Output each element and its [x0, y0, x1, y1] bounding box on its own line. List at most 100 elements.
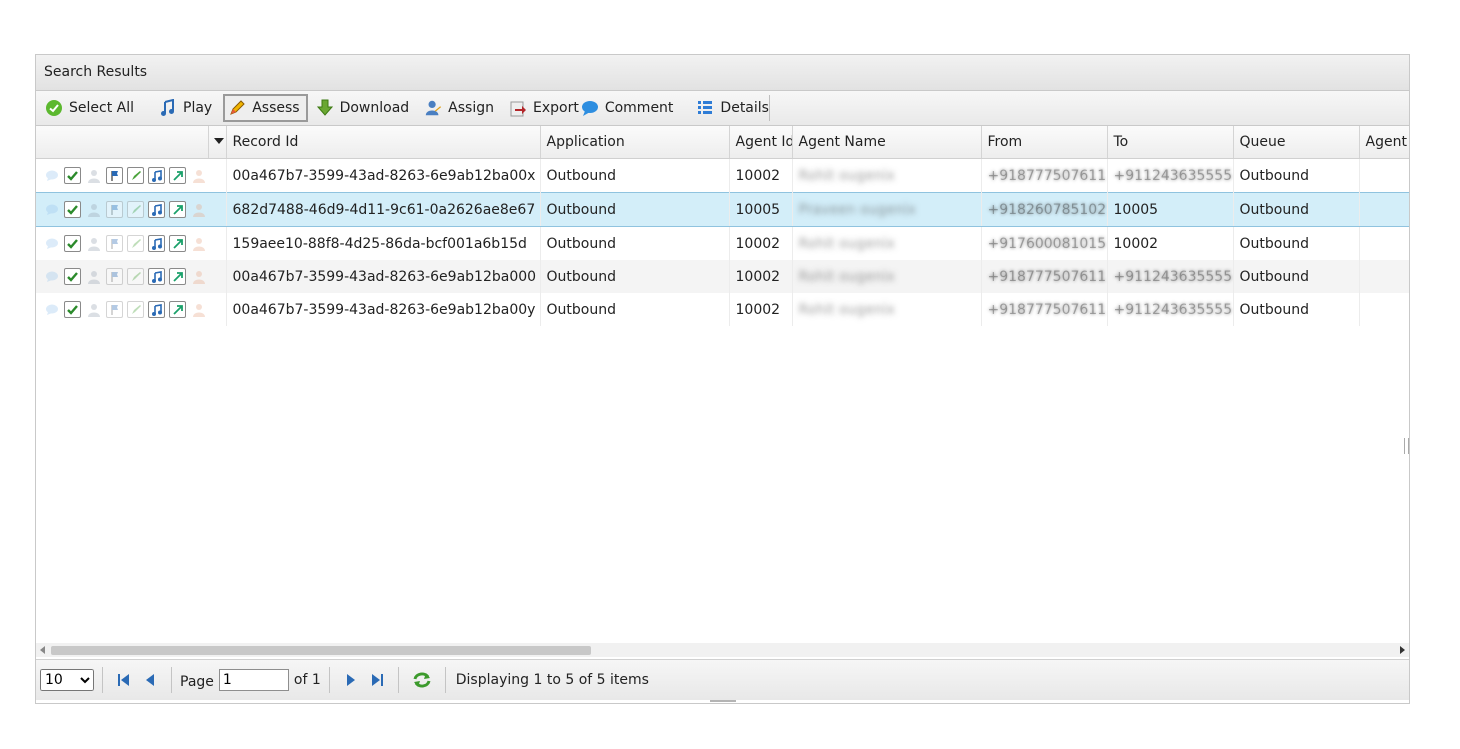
horizontal-scrollbar[interactable]: [36, 643, 1409, 657]
redacted-text: Rohit ougenix: [798, 167, 895, 184]
play-audio-icon[interactable]: [148, 167, 165, 184]
play-button[interactable]: Play: [155, 94, 219, 122]
user-icon[interactable]: [85, 301, 102, 318]
column-header-agent[interactable]: Agent: [1359, 126, 1409, 159]
cell-from: +918777507611: [981, 158, 1108, 193]
panel-resize-grip[interactable]: [710, 700, 736, 702]
page-size-select[interactable]: 10: [40, 669, 94, 691]
next-page-button[interactable]: [342, 671, 360, 689]
cell-to: 10002: [1107, 226, 1234, 260]
open-link-icon[interactable]: [169, 235, 186, 252]
cell-record-id: 00a467b7-3599-43ad-8263-6e9ab12ba00y: [226, 293, 541, 326]
user-icon[interactable]: [85, 167, 102, 184]
export-icon: [509, 99, 527, 117]
evaluate-icon[interactable]: [127, 167, 144, 184]
play-audio-icon[interactable]: [148, 201, 165, 218]
pager-separator: [328, 667, 330, 693]
pager-separator: [102, 667, 103, 693]
column-header-agent-name[interactable]: Agent Name: [792, 126, 982, 159]
select-all-button[interactable]: Select All: [41, 94, 141, 122]
assessed-check-icon[interactable]: [64, 301, 81, 318]
scroll-left-arrow[interactable]: [40, 646, 45, 654]
user-icon[interactable]: [85, 201, 102, 218]
column-header-to[interactable]: To: [1107, 126, 1234, 159]
cell-application: Outbound: [540, 192, 730, 227]
open-link-icon[interactable]: [169, 167, 186, 184]
table-row[interactable]: 159aee10-88f8-4d25-86da-bcf001a6b15d Outb…: [36, 226, 1409, 260]
agent-icon[interactable]: [190, 167, 207, 184]
evaluate-icon[interactable]: [127, 268, 144, 285]
evaluate-icon[interactable]: [127, 201, 144, 218]
scrollbar-thumb[interactable]: [51, 646, 591, 655]
pager-status-text: Displaying 1 to 5 of 5 items: [455, 672, 649, 688]
agent-icon[interactable]: [190, 301, 207, 318]
cell-application: Outbound: [540, 226, 730, 260]
comment-icon[interactable]: [43, 201, 60, 218]
redacted-text: +918777507611: [987, 167, 1107, 184]
cell-agent: [1359, 260, 1409, 293]
comment-icon[interactable]: [43, 235, 60, 252]
export-button[interactable]: Export: [505, 94, 580, 122]
actions-column-header[interactable]: [36, 126, 227, 159]
column-header-application[interactable]: Application: [540, 126, 730, 159]
open-link-icon[interactable]: [169, 268, 186, 285]
flag-icon[interactable]: [106, 235, 123, 252]
cell-agent-name: Rohit ougenix: [792, 260, 982, 293]
search-results-panel: Search Results Select All Play Assess Do…: [35, 54, 1410, 704]
table-row[interactable]: 00a467b7-3599-43ad-8263-6e9ab12ba000 Outb…: [36, 260, 1409, 293]
assessed-check-icon[interactable]: [64, 235, 81, 252]
assessed-check-icon[interactable]: [64, 167, 81, 184]
cell-record-id: 682d7488-46d9-4d11-9c61-0a2626ae8e67: [226, 192, 541, 227]
flag-icon[interactable]: [106, 301, 123, 318]
page-label: Page: [180, 674, 214, 690]
download-button[interactable]: Download: [312, 94, 417, 122]
redacted-text: +918777507611: [987, 301, 1107, 318]
assess-button[interactable]: Assess: [223, 94, 308, 122]
user-icon[interactable]: [85, 268, 102, 285]
play-audio-icon[interactable]: [148, 268, 165, 285]
last-page-button[interactable]: [368, 671, 386, 689]
details-button[interactable]: Details: [692, 94, 776, 122]
agent-icon[interactable]: [190, 201, 207, 218]
flag-icon[interactable]: [106, 201, 123, 218]
open-link-icon[interactable]: [169, 301, 186, 318]
scroll-right-arrow[interactable]: [1400, 646, 1405, 654]
play-audio-icon[interactable]: [148, 235, 165, 252]
first-page-button[interactable]: [115, 671, 133, 689]
column-header-from[interactable]: From: [981, 126, 1108, 159]
table-row[interactable]: 00a467b7-3599-43ad-8263-6e9ab12ba00x Outb…: [36, 158, 1409, 193]
play-audio-icon[interactable]: [148, 301, 165, 318]
previous-page-button[interactable]: [141, 671, 159, 689]
refresh-icon[interactable]: [411, 671, 433, 689]
page-number-input[interactable]: [218, 669, 289, 691]
open-link-icon[interactable]: [169, 201, 186, 218]
user-icon[interactable]: [85, 235, 102, 252]
table-row[interactable]: 682d7488-46d9-4d11-9c61-0a2626ae8e67 Outb…: [36, 192, 1409, 227]
column-header-record-id[interactable]: Record Id: [226, 126, 541, 159]
agent-icon[interactable]: [190, 268, 207, 285]
cell-queue: Outbound: [1233, 158, 1360, 193]
results-table: Record Id Application Agent Id Agent Nam…: [36, 126, 1409, 326]
evaluate-icon[interactable]: [127, 301, 144, 318]
comment-icon[interactable]: [43, 301, 60, 318]
comment-button[interactable]: Comment: [580, 94, 681, 122]
export-label: Export: [533, 100, 579, 116]
assessed-check-icon[interactable]: [64, 201, 81, 218]
column-header-queue[interactable]: Queue: [1233, 126, 1360, 159]
cell-agent-id: 10002: [729, 293, 793, 326]
pencil-icon: [228, 99, 246, 117]
flag-icon[interactable]: [106, 167, 123, 184]
vertical-resize-grip[interactable]: [1404, 438, 1409, 454]
comment-icon[interactable]: [43, 268, 60, 285]
evaluate-icon[interactable]: [127, 235, 144, 252]
cell-to: +911243635555: [1107, 293, 1234, 326]
flag-icon[interactable]: [106, 268, 123, 285]
agent-icon[interactable]: [190, 235, 207, 252]
table-row[interactable]: 00a467b7-3599-43ad-8263-6e9ab12ba00y Outb…: [36, 293, 1409, 326]
cell-agent-name: Praveen ougenix: [792, 192, 982, 227]
comment-icon[interactable]: [43, 167, 60, 184]
cell-agent-name: Rohit ougenix: [792, 158, 982, 193]
assessed-check-icon[interactable]: [64, 268, 81, 285]
column-header-agent-id[interactable]: Agent Id: [729, 126, 793, 159]
assign-button[interactable]: Assign: [420, 94, 501, 122]
